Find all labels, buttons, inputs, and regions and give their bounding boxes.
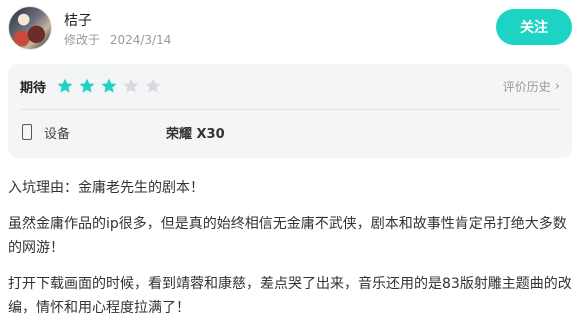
rating-card: 期待 评价历史 › 设备 荣耀 X30	[8, 64, 572, 158]
modified-meta: 修改于 2024/3/14	[64, 31, 171, 48]
rating-history-link[interactable]: 评价历史 ›	[503, 78, 560, 95]
star-icon	[57, 78, 73, 93]
review-paragraph: 虽然金庸作品的ip很多，但是真的始终相信无金庸不武侠，剧本和故事性肯定吊打绝大多…	[8, 216, 567, 256]
rating-label: 期待	[20, 80, 47, 96]
chevron-right-icon: ›	[554, 78, 560, 94]
follow-button[interactable]: 关注	[496, 9, 572, 45]
review-content: 入坑理由：金庸老先生的剧本！ 虽然金庸作品的ip很多，但是真的始终相信无金庸不武…	[8, 176, 574, 332]
star-icon	[145, 78, 161, 93]
rating-stars	[56, 77, 162, 95]
rating-history-label: 评价历史	[502, 79, 551, 94]
modified-date: 2024/3/14	[109, 33, 172, 47]
device-label: 设备	[44, 126, 71, 142]
review-header: 桔子 修改于 2024/3/14 关注	[0, 0, 580, 58]
modified-label: 修改于	[64, 33, 101, 47]
phone-icon	[22, 124, 32, 140]
review-paragraph: 入坑理由：金庸老先生的剧本！	[8, 180, 204, 196]
star-icon	[101, 78, 117, 93]
username[interactable]: 桔子	[64, 10, 92, 30]
star-icon	[79, 78, 95, 93]
device-value: 荣耀 X30	[166, 126, 225, 142]
review-paragraph: 打开下载画面的时候，看到靖蓉和康慈，差点哭了出来，音乐还用的是83版射雕主题曲的…	[8, 276, 572, 316]
divider	[20, 109, 560, 110]
star-icon	[123, 78, 139, 93]
avatar[interactable]	[8, 6, 52, 50]
rating-row: 期待 评价历史 ›	[20, 74, 560, 98]
device-row: 设备 荣耀 X30	[20, 120, 560, 144]
